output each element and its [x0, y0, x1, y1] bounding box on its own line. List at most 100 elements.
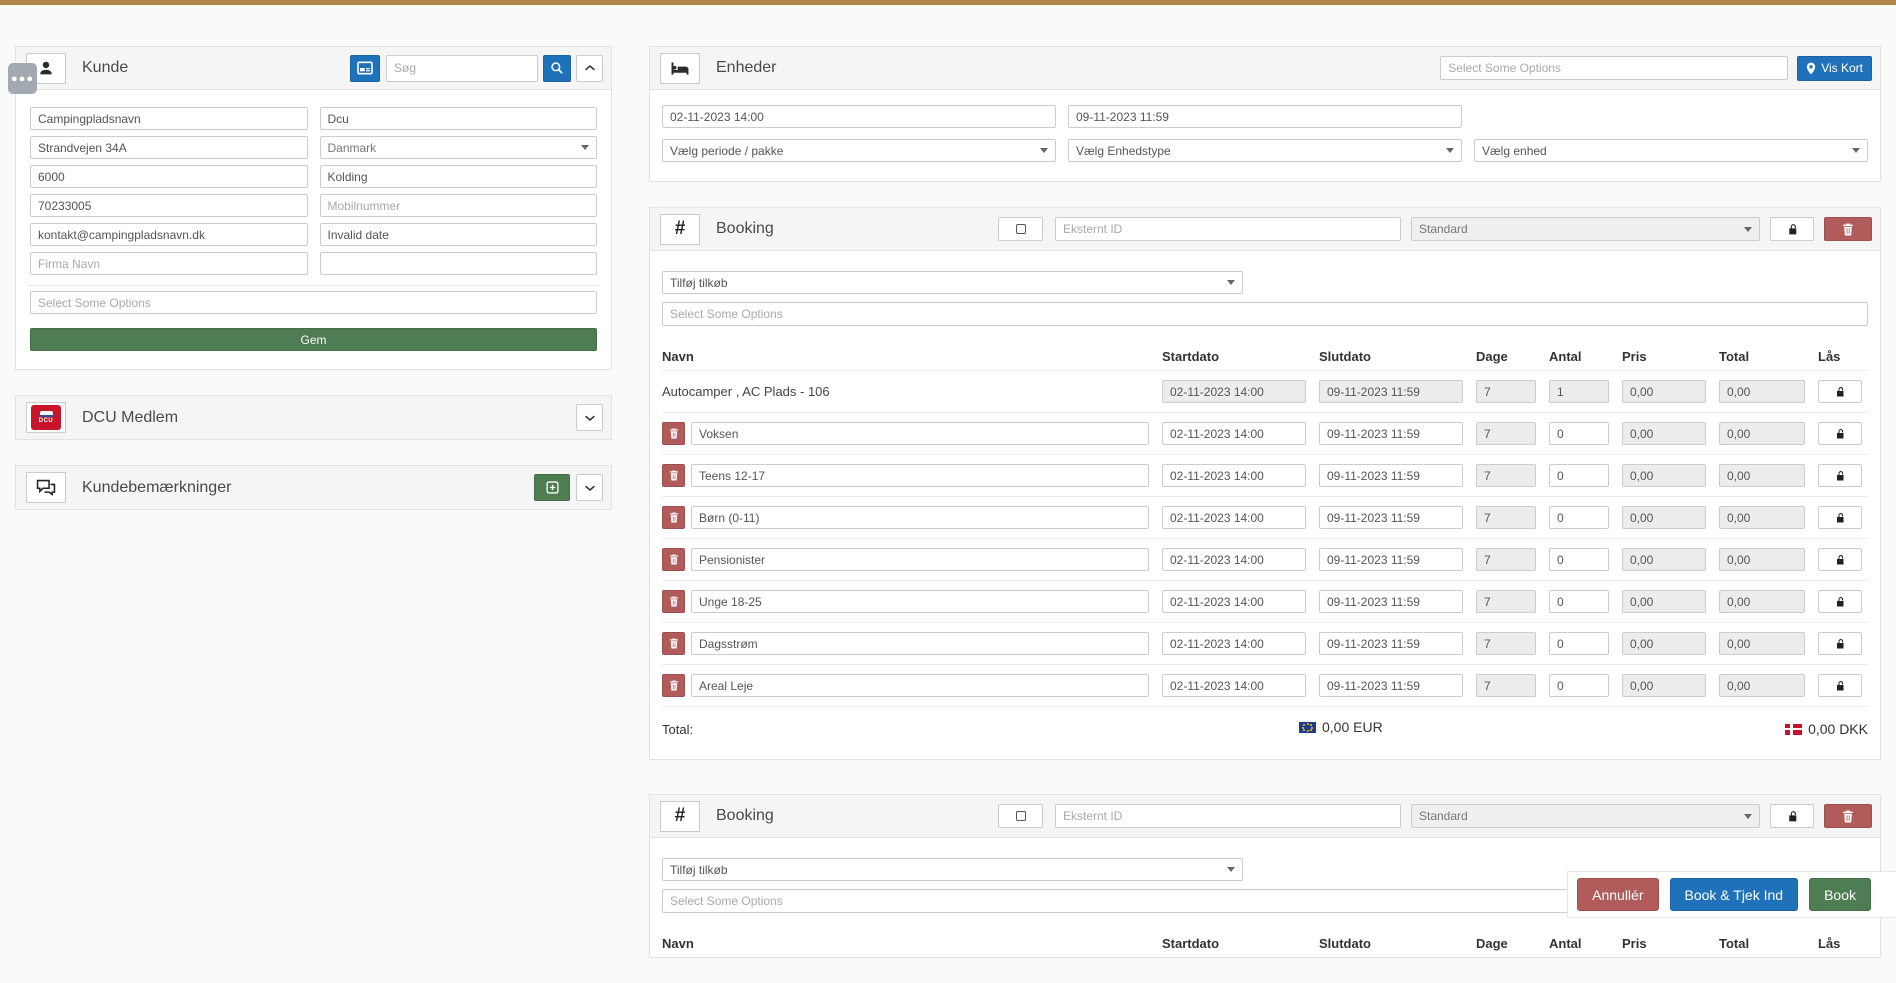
guest-name-input[interactable] [691, 674, 1149, 697]
booking-1-lock-button[interactable] [1770, 217, 1814, 241]
customer-remarks-header: Kundebemærkninger [16, 466, 611, 509]
guest-end-input[interactable] [1319, 506, 1463, 529]
customer-remarks-expand-button[interactable] [576, 474, 603, 501]
guest-end-input[interactable] [1319, 548, 1463, 571]
delete-row-button[interactable] [662, 674, 685, 697]
row-lock-button[interactable] [1818, 548, 1862, 571]
action-bar: Annullér Book & Tjek Ind Book [1567, 871, 1896, 918]
booking-2-lock-button[interactable] [1770, 804, 1814, 828]
show-map-button[interactable]: Vis Kort [1797, 56, 1872, 81]
booking-2-addons-select[interactable]: Tilføj tilkøb [662, 858, 1243, 881]
row-lock-button[interactable] [1818, 590, 1862, 613]
guest-name-input[interactable] [691, 548, 1149, 571]
unit-select[interactable]: Vælg enhed [1474, 139, 1868, 162]
booking-1-status-select[interactable]: Standard [1411, 217, 1760, 241]
guest-name-input[interactable] [691, 506, 1149, 529]
delete-row-button[interactable] [662, 590, 685, 613]
period-package-select[interactable]: Vælg periode / pakke [662, 139, 1056, 162]
customer-extra-field[interactable] [320, 252, 598, 275]
book-button[interactable]: Book [1809, 878, 1871, 911]
row-lock-button[interactable] [1818, 506, 1862, 529]
guest-qty-input[interactable] [1549, 674, 1609, 697]
row-lock-button[interactable] [1818, 674, 1862, 697]
guest-name-input[interactable] [691, 632, 1149, 655]
book-checkin-button[interactable]: Book & Tjek Ind [1670, 878, 1799, 911]
unit-type-select[interactable]: Vælg Enhedstype [1068, 139, 1462, 162]
drag-handle[interactable]: ●●● [8, 63, 37, 94]
end-date-input[interactable] [1068, 105, 1462, 128]
customer-tags-select[interactable] [30, 291, 597, 314]
booking-1-options-select[interactable] [662, 302, 1868, 326]
booking-2-checkbox-button[interactable] [998, 804, 1043, 828]
booking-1-delete-button[interactable] [1824, 217, 1872, 241]
customer-birthdate-field[interactable] [320, 223, 598, 246]
booking-guest-rows [662, 412, 1868, 706]
delete-row-button[interactable] [662, 506, 685, 529]
row-lock-button[interactable] [1818, 380, 1862, 403]
guest-qty-input[interactable] [1549, 590, 1609, 613]
guest-qty-input[interactable] [1549, 632, 1609, 655]
customer-address-field[interactable] [30, 136, 308, 159]
guest-qty-input[interactable] [1549, 464, 1609, 487]
customer-search-button[interactable] [543, 55, 571, 82]
guest-start-input[interactable] [1162, 632, 1306, 655]
delete-row-button[interactable] [662, 422, 685, 445]
guest-price-input [1622, 506, 1706, 529]
divider [28, 285, 599, 286]
column-total: Total [1719, 936, 1805, 951]
row-lock-button[interactable] [1818, 422, 1862, 445]
customer-company-field[interactable] [30, 252, 308, 275]
units-filter-select[interactable] [1440, 56, 1788, 80]
customer-name-field[interactable] [30, 107, 308, 130]
customer-email-field[interactable] [30, 223, 308, 246]
guest-start-input[interactable] [1162, 506, 1306, 529]
delete-row-button[interactable] [662, 632, 685, 655]
unit-days-input [1476, 380, 1536, 403]
guest-end-input[interactable] [1319, 422, 1463, 445]
add-remark-button[interactable] [534, 474, 570, 501]
guest-end-input[interactable] [1319, 674, 1463, 697]
customer-search-input[interactable] [386, 55, 538, 82]
delete-row-button[interactable] [662, 548, 685, 571]
guest-end-input[interactable] [1319, 632, 1463, 655]
booking-2-status-select[interactable]: Standard [1411, 804, 1760, 828]
guest-qty-input[interactable] [1549, 548, 1609, 571]
row-lock-button[interactable] [1818, 464, 1862, 487]
booking-1-checkbox-button[interactable] [998, 217, 1043, 241]
guest-start-input[interactable] [1162, 590, 1306, 613]
customer-phone-field[interactable] [30, 194, 308, 217]
start-date-input[interactable] [662, 105, 1056, 128]
booking-1-addons-select[interactable]: Tilføj tilkøb [662, 271, 1243, 294]
guest-start-input[interactable] [1162, 422, 1306, 445]
booking-panel-1: # Booking Standard [649, 207, 1881, 760]
customer-collapse-button[interactable] [576, 55, 603, 82]
guest-name-input[interactable] [691, 590, 1149, 613]
customer-contact-field[interactable] [320, 107, 598, 130]
delete-row-button[interactable] [662, 464, 685, 487]
chevron-down-icon [1852, 148, 1860, 153]
guest-start-input[interactable] [1162, 464, 1306, 487]
guest-start-input[interactable] [1162, 548, 1306, 571]
guest-end-input[interactable] [1319, 464, 1463, 487]
guest-name-input[interactable] [691, 464, 1149, 487]
guest-qty-input[interactable] [1549, 506, 1609, 529]
customer-card-button[interactable] [350, 55, 380, 82]
save-button[interactable]: Gem [30, 328, 597, 351]
customer-city-field[interactable] [320, 165, 598, 188]
guest-end-input[interactable] [1319, 590, 1463, 613]
cancel-button[interactable]: Annullér [1577, 878, 1658, 911]
customer-mobile-field[interactable] [320, 194, 598, 217]
booking-2-external-id-input[interactable] [1055, 804, 1401, 828]
customer-zip-field[interactable] [30, 165, 308, 188]
units-panel-header: Enheder Vis Kort [650, 47, 1880, 90]
guest-qty-input[interactable] [1549, 422, 1609, 445]
dcu-member-expand-button[interactable] [576, 404, 603, 431]
guest-name-input[interactable] [691, 422, 1149, 445]
booking-2-delete-button[interactable] [1824, 804, 1872, 828]
guest-start-input[interactable] [1162, 674, 1306, 697]
booking-1-external-id-input[interactable] [1055, 217, 1401, 241]
guest-price-input [1622, 632, 1706, 655]
customer-country-select[interactable]: Danmark [320, 136, 598, 159]
unit-total-input [1719, 380, 1805, 403]
row-lock-button[interactable] [1818, 632, 1862, 655]
